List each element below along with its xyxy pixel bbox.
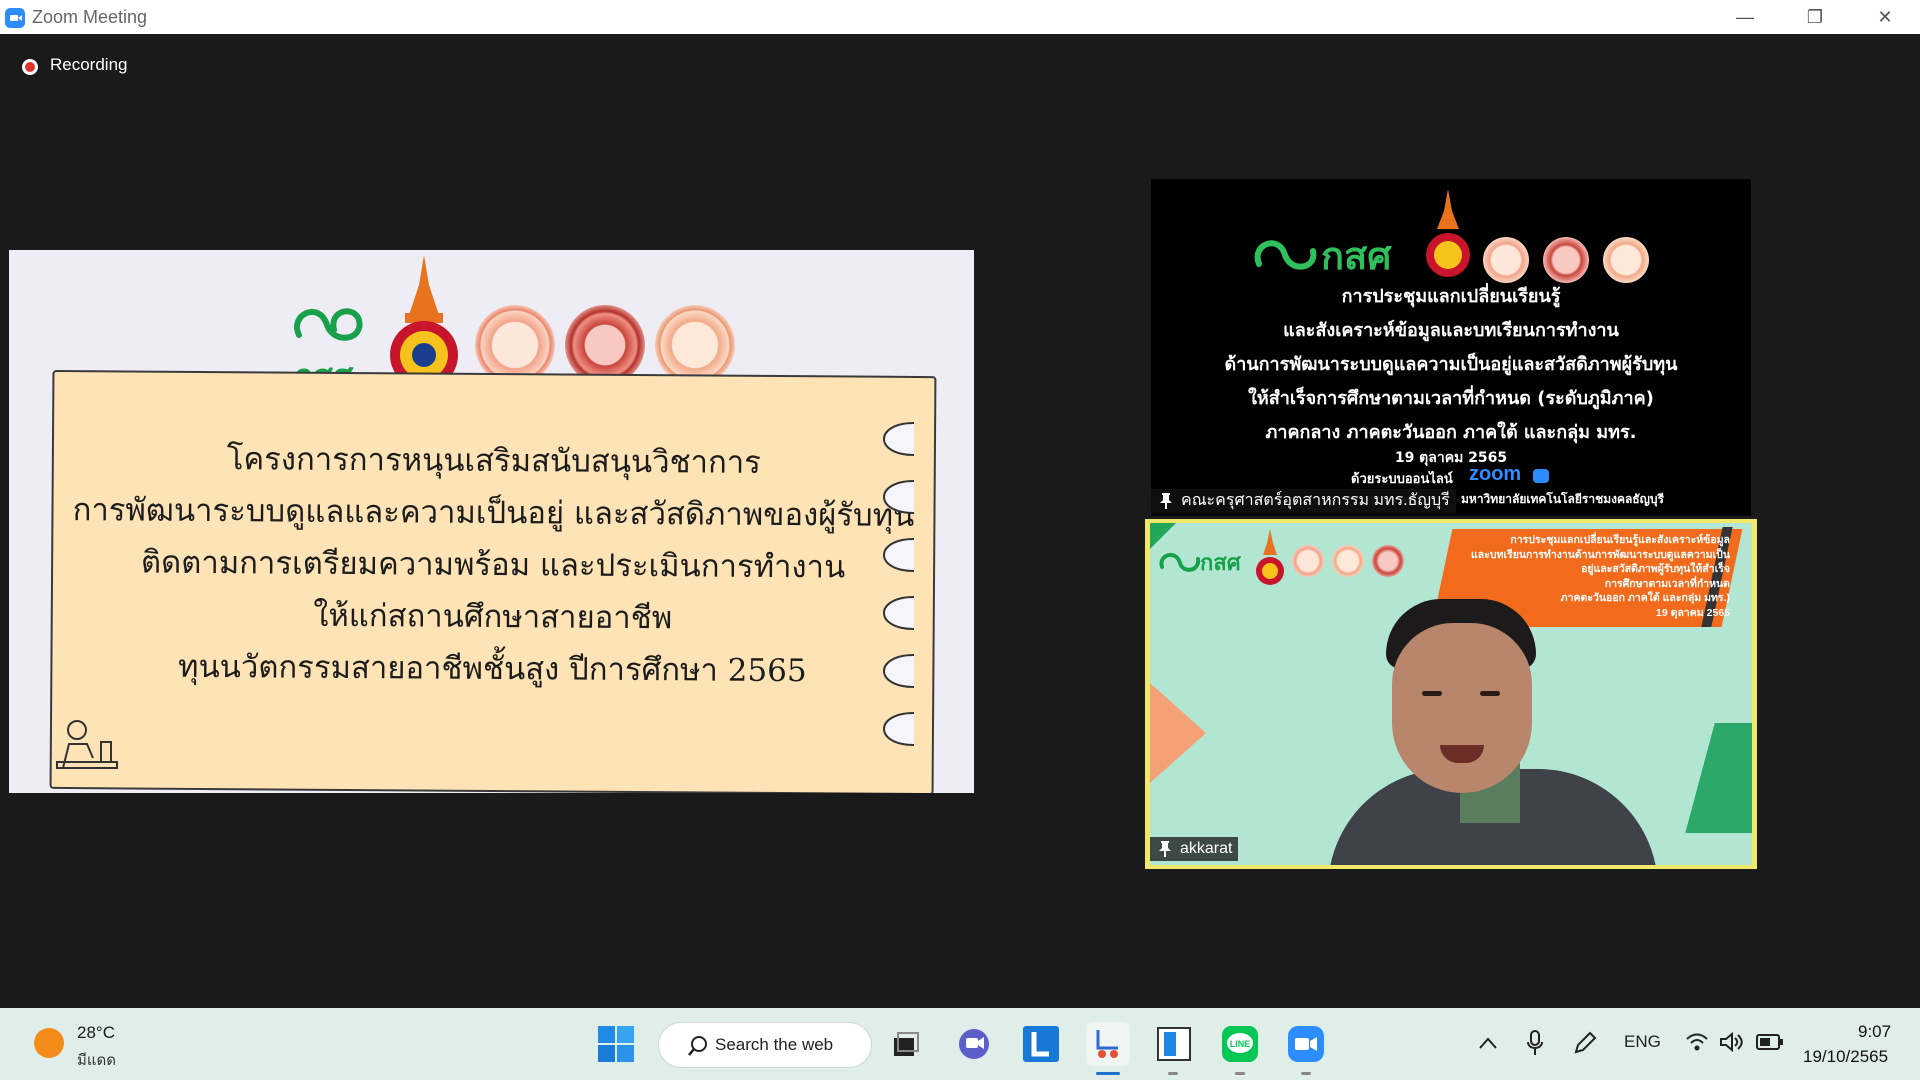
participant-nameplate: akkarat bbox=[1150, 837, 1239, 861]
clock-time: 9:07 bbox=[1858, 1022, 1892, 1041]
tile1-date: 19 ตุลาคม 2565 bbox=[1394, 450, 1508, 466]
hexagon-decoration bbox=[1685, 723, 1752, 833]
search-label: Search the web bbox=[715, 1035, 834, 1054]
slide-line-2: การพัฒนาระบบดูแลและความเป็นอยู่ และสวัสด… bbox=[72, 492, 915, 534]
pen-icon[interactable] bbox=[1572, 1030, 1598, 1056]
person-face bbox=[1392, 623, 1532, 793]
slide-line-4: ให้แก่สถานศึกษาสายอาชีพ bbox=[313, 597, 673, 637]
pin-icon bbox=[1160, 493, 1172, 509]
tile1-zoom-text: zoom bbox=[1469, 463, 1522, 485]
recording-dot-icon bbox=[22, 59, 38, 75]
seal-icon-3 bbox=[655, 305, 735, 385]
spiral-ring-icon bbox=[883, 538, 915, 572]
taskbar-search[interactable]: Search the web bbox=[659, 1023, 871, 1067]
svg-text:LINE: LINE bbox=[1230, 1039, 1251, 1049]
microphone-icon[interactable] bbox=[1526, 1030, 1544, 1056]
line-app-icon[interactable]: LINE bbox=[1218, 1022, 1262, 1066]
person-eye bbox=[1480, 691, 1500, 696]
tile1-line-2: และสังเคราะห์ข้อมูลและบทเรียนการทำงาน bbox=[1283, 320, 1619, 341]
running-app-indicator bbox=[1235, 1072, 1245, 1075]
tile1-line-4: ให้สำเร็จการศึกษาตามเวลาที่กำหนด (ระดับภ… bbox=[1248, 388, 1654, 409]
tile1-line-5: ภาคกลาง ภาคตะวันออก ภาคใต้ และกลุ่ม มทร. bbox=[1265, 422, 1637, 443]
language-indicator[interactable]: ENG bbox=[1624, 1032, 1661, 1052]
zoom-mini-icon bbox=[1533, 469, 1549, 483]
tile1-line-1: การประชุมแลกเปลี่ยนเรียนรู้ bbox=[1341, 286, 1561, 307]
tile2-background: กสศ การประชุมแลกเปลี่ยนเรียนรู้และสังเคร… bbox=[1150, 523, 1752, 865]
seal-icon-3 bbox=[1603, 237, 1649, 283]
teams-chat-icon[interactable] bbox=[952, 1022, 996, 1066]
slide-paper: โครงการการหนุนเสริมสนับสนุนวิชาการ การพั… bbox=[49, 369, 937, 793]
slide-line-1: โครงการการหนุนเสริมสนับสนุนวิชาการ bbox=[226, 441, 761, 481]
close-button[interactable]: ✕ bbox=[1850, 0, 1920, 34]
spiral-ring-icon bbox=[883, 712, 915, 746]
corner-accent bbox=[1150, 523, 1176, 549]
shared-screen: กสศ โครงการการหนุนเสริมสนับสนุนวิชาการ ก… bbox=[9, 250, 974, 793]
task-view-icon[interactable] bbox=[884, 1022, 928, 1066]
person-eye bbox=[1422, 691, 1442, 696]
tile1-host-text: มหาวิทยาลัยเทคโนโลยีราชมงคลธัญบุรี bbox=[1461, 492, 1664, 506]
running-app-indicator bbox=[1301, 1072, 1311, 1075]
spiral-ring-icon bbox=[883, 654, 915, 688]
running-app-indicator bbox=[1168, 1072, 1178, 1075]
participant-name: คณะครุศาสตร์อุตสาหกรรม มทร.ธัญบุรี bbox=[1181, 492, 1450, 509]
spiral-ring-icon bbox=[883, 480, 915, 514]
window-title: Zoom Meeting bbox=[32, 7, 148, 27]
eef-logo-text: กสศ bbox=[1321, 236, 1392, 278]
chevron-up-icon[interactable] bbox=[1478, 1036, 1498, 1050]
sun-icon bbox=[34, 1028, 64, 1058]
start-windows-icon[interactable] bbox=[594, 1022, 638, 1066]
recording-label: Recording bbox=[50, 55, 128, 74]
pin-icon bbox=[1159, 841, 1171, 857]
weather-temp: 28°C bbox=[77, 1023, 115, 1042]
volume-icon[interactable] bbox=[1719, 1031, 1743, 1053]
seal-icon-3 bbox=[1372, 545, 1404, 577]
snipping-tool-icon[interactable] bbox=[1086, 1022, 1130, 1066]
wifi-icon[interactable] bbox=[1685, 1032, 1709, 1052]
eef-logo-icon bbox=[1254, 240, 1317, 270]
weather-desc: มีแดด bbox=[77, 1052, 117, 1069]
active-app-indicator bbox=[1096, 1072, 1120, 1075]
reading-person-icon bbox=[56, 720, 118, 769]
clock-date: 19/10/2565 bbox=[1803, 1047, 1889, 1066]
video-tile-2[interactable]: กสศ การประชุมแลกเปลี่ยนเรียนรู้และสังเคร… bbox=[1145, 519, 1757, 869]
restore-button[interactable]: ❐ bbox=[1780, 0, 1850, 34]
university-emblem-icon bbox=[1426, 189, 1470, 277]
l-app-icon[interactable] bbox=[1019, 1022, 1063, 1066]
zoom-taskbar-icon[interactable] bbox=[1284, 1022, 1328, 1066]
video-tile-1[interactable]: กสศ การประชุมแลกเปลี่ยนเรียนรู้ และสังเค… bbox=[1151, 179, 1751, 516]
search-icon bbox=[688, 1036, 707, 1056]
eef-logo-icon bbox=[1159, 552, 1201, 572]
slide-line-5: ทุนนวัตกรรมสายอาชีพชั้นสูง ปีการศึกษา 25… bbox=[177, 648, 807, 690]
seal-icon-1 bbox=[1483, 237, 1529, 283]
participant-nameplate: คณะครุศาสตร์อุตสาหกรรม มทร.ธัญบุรี bbox=[1151, 489, 1456, 513]
eef-logo-icon bbox=[294, 308, 363, 341]
participant-name: akkarat bbox=[1180, 840, 1233, 857]
taskbar: 28°C มีแดด Search the web LINE ENG 9:07 … bbox=[0, 1008, 1920, 1080]
spiral-ring-icon bbox=[883, 422, 915, 456]
seal-icon-1 bbox=[1292, 545, 1324, 577]
spiral-ring-icon bbox=[883, 596, 915, 630]
document-app-icon[interactable] bbox=[1152, 1022, 1196, 1066]
tile1-online-text: ด้วยระบบออนไลน์ bbox=[1351, 471, 1453, 486]
university-emblem-icon bbox=[1256, 529, 1284, 585]
hexagon-decoration bbox=[1150, 683, 1206, 783]
eef-logo-text: กสศ bbox=[1200, 550, 1241, 575]
seal-icon-2 bbox=[1332, 545, 1364, 577]
battery-icon[interactable] bbox=[1756, 1033, 1784, 1051]
window-title-bar: Zoom Meeting — ❐ ✕ bbox=[0, 0, 1920, 34]
seal-icon-2 bbox=[1543, 237, 1589, 283]
tile1-line-3: ด้านการพัฒนาระบบดูแลความเป็นอยู่และสวัสด… bbox=[1224, 354, 1678, 375]
zoom-app-icon bbox=[5, 8, 25, 28]
minimize-button[interactable]: — bbox=[1710, 0, 1780, 34]
slide-line-3: ติดตามการเตรียมความพร้อม และประเมินการทำ… bbox=[140, 544, 846, 586]
